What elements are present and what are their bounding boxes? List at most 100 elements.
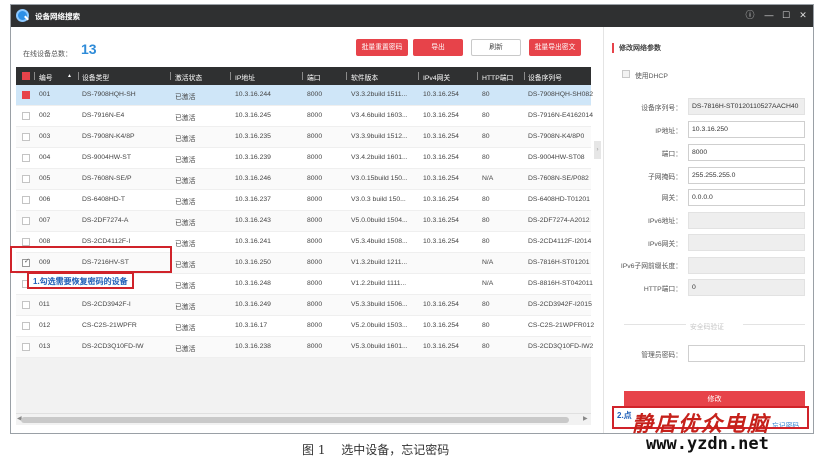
cell-id: 002 xyxy=(39,112,51,119)
dhcp-checkbox[interactable] xyxy=(622,70,630,78)
column-divider xyxy=(170,72,171,80)
serial-field[interactable]: DS-7816H-ST0120110527AACH40 xyxy=(688,98,805,115)
minimize-icon[interactable]: — xyxy=(763,9,775,22)
column-header-status[interactable]: 激活状态 xyxy=(175,72,202,82)
cell-http: 80 xyxy=(482,217,490,224)
table-row[interactable]: 011 DS-2CD3942F-I 已激活 10.3.16.249 8000 V… xyxy=(16,295,592,316)
table-row[interactable]: 007 DS-2DF7274-A 已激活 10.3.16.243 8000 V5… xyxy=(16,211,591,232)
table-row[interactable]: 003 DS-7908N-K4/8P 已激活 10.3.16.235 8000 … xyxy=(16,127,591,148)
column-header-http[interactable]: HTTP端口 xyxy=(482,72,513,82)
select-all-checkbox[interactable] xyxy=(22,72,30,80)
refresh-button[interactable]: 刷新 xyxy=(471,39,521,56)
batch-export-ciphertext-button[interactable]: 批量导出密文 xyxy=(529,39,581,56)
cell-status: 已激活 xyxy=(175,304,196,311)
ip-field[interactable]: 10.3.16.250 xyxy=(688,121,805,138)
row-checkbox[interactable] xyxy=(22,238,30,246)
column-divider xyxy=(78,72,79,80)
table-row[interactable]: 002 DS-7916N-E4 已激活 10.3.16.245 8000 V3.… xyxy=(16,106,593,127)
cell-serial: DS-9004HW-ST08 xyxy=(528,154,585,161)
batch-reset-password-button[interactable]: 批量重置密码 xyxy=(356,39,408,56)
cell-http: 80 xyxy=(482,238,490,245)
cell-serial: DS-7816H-ST01201 xyxy=(528,259,590,266)
table-row[interactable]: 005 DS-7608N-SE/P 已激活 10.3.16.246 8000 V… xyxy=(16,169,591,190)
dhcp-label: 使用DHCP xyxy=(635,73,668,80)
panel-collapse-handle[interactable]: › xyxy=(594,141,601,159)
cell-ip: 10.3.16.248 xyxy=(235,280,271,287)
cell-ip: 10.3.16.250 xyxy=(235,259,271,266)
cell-gateway: 10.3.16.254 xyxy=(423,154,459,161)
cell-version: V3.4.6build 1603... xyxy=(351,112,408,119)
cell-status: 已激活 xyxy=(175,241,196,248)
row-checkbox[interactable] xyxy=(22,175,30,183)
cell-gateway: 10.3.16.254 xyxy=(423,112,459,119)
cell-type: DS-2CD3942F-I xyxy=(82,301,131,308)
cell-port: 8000 xyxy=(307,322,323,329)
cell-type: DS-2CD3Q10FD-IW xyxy=(82,343,144,350)
cell-id: 012 xyxy=(39,322,51,329)
cell-id: 008 xyxy=(39,238,51,245)
ipv6-gateway-field xyxy=(688,234,805,251)
row-checkbox[interactable] xyxy=(22,112,30,120)
port-label: 端口： xyxy=(661,151,682,158)
row-checkbox[interactable] xyxy=(22,217,30,225)
cell-ip: 10.3.16.243 xyxy=(235,217,271,224)
cell-version: V5.2.0build 1503... xyxy=(351,322,408,329)
row-checkbox[interactable] xyxy=(22,301,30,309)
cell-status: 已激活 xyxy=(175,262,196,269)
maximize-icon[interactable]: ☐ xyxy=(780,9,792,22)
column-header-version[interactable]: 软件版本 xyxy=(351,72,378,82)
window-title: 设备网络搜索 xyxy=(35,12,80,21)
column-header-gateway[interactable]: IPv4网关 xyxy=(423,72,450,82)
cell-port: 8000 xyxy=(307,280,323,287)
cell-status: 已激活 xyxy=(175,157,196,164)
cell-type: DS-7608N-SE/P xyxy=(82,175,132,182)
scroll-right-icon[interactable]: ▶ xyxy=(583,415,588,422)
serial-label: 设备序列号： xyxy=(641,105,682,112)
cell-status: 已激活 xyxy=(175,178,196,185)
row-checkbox[interactable] xyxy=(22,91,30,99)
table-row[interactable]: 013 DS-2CD3Q10FD-IW 已激活 10.3.16.238 8000… xyxy=(16,337,594,358)
table-row[interactable]: 006 DS-6408HD-T 已激活 10.3.16.237 8000 V3.… xyxy=(16,190,591,211)
cell-http: 80 xyxy=(482,91,490,98)
cell-gateway: 10.3.16.254 xyxy=(423,133,459,140)
table-row[interactable]: 004 DS-9004HW-ST 已激活 10.3.16.239 8000 V3… xyxy=(16,148,591,169)
column-header-serial[interactable]: 设备序列号 xyxy=(528,72,562,82)
column-header-port[interactable]: 端口 xyxy=(307,72,321,82)
row-checkbox[interactable] xyxy=(22,154,30,162)
horizontal-scrollbar[interactable]: ◀ ▶ xyxy=(16,413,591,425)
cell-serial: DS-2CD3Q10FD-IW2 xyxy=(528,343,594,350)
cell-port: 8000 xyxy=(307,133,323,140)
cell-serial: DS-7608N-SE/P082 xyxy=(528,175,589,182)
cell-ip: 10.3.16.235 xyxy=(235,133,271,140)
cell-http: N/A xyxy=(482,280,494,287)
row-checkbox[interactable] xyxy=(22,343,30,351)
table-row[interactable]: 001 DS-7908HQH-SH 已激活 10.3.16.244 8000 V… xyxy=(16,85,593,106)
column-header-type[interactable]: 设备类型 xyxy=(82,72,109,82)
table-row[interactable]: 012 CS-C2S-21WPFR 已激活 10.3.16.17 8000 V5… xyxy=(16,316,594,337)
table-header: 编号 ▲ 设备类型 激活状态 IP地址 端口 软件版本 IPv4网关 HTTP端… xyxy=(16,67,591,85)
close-icon[interactable]: ✕ xyxy=(797,9,809,22)
info-icon[interactable]: ⓘ xyxy=(744,9,756,22)
cell-serial: DS-7908N-K4/8P0 xyxy=(528,133,585,140)
row-checkbox[interactable] xyxy=(22,133,30,141)
cell-port: 8000 xyxy=(307,238,323,245)
port-field[interactable]: 8000 xyxy=(688,144,805,161)
export-button[interactable]: 导出 xyxy=(413,39,463,56)
subnet-mask-field[interactable]: 255.255.255.0 xyxy=(688,167,805,184)
ipv6-prefix-label: IPv6子网前缀长度： xyxy=(620,263,682,270)
cell-type: DS-7908HQH-SH xyxy=(82,91,136,98)
scrollbar-thumb[interactable] xyxy=(21,417,569,423)
row-checkbox[interactable] xyxy=(22,196,30,204)
cell-gateway: 10.3.16.254 xyxy=(423,238,459,245)
cell-version: V5.3.4build 1508... xyxy=(351,238,408,245)
admin-password-field[interactable] xyxy=(688,345,805,362)
gateway-field[interactable]: 0.0.0.0 xyxy=(688,189,805,206)
cell-type: DS-9004HW-ST xyxy=(82,154,131,161)
toolbar: 在线设备总数： 13 批量重置密码 导出 刷新 批量导出密文 xyxy=(11,27,611,69)
row-checkbox[interactable] xyxy=(22,322,30,330)
column-header-id[interactable]: 编号 xyxy=(39,72,53,82)
column-header-ip[interactable]: IP地址 xyxy=(235,72,255,82)
sort-asc-icon[interactable]: ▲ xyxy=(67,73,72,79)
cell-status: 已激活 xyxy=(175,346,196,353)
cell-http: 80 xyxy=(482,112,490,119)
